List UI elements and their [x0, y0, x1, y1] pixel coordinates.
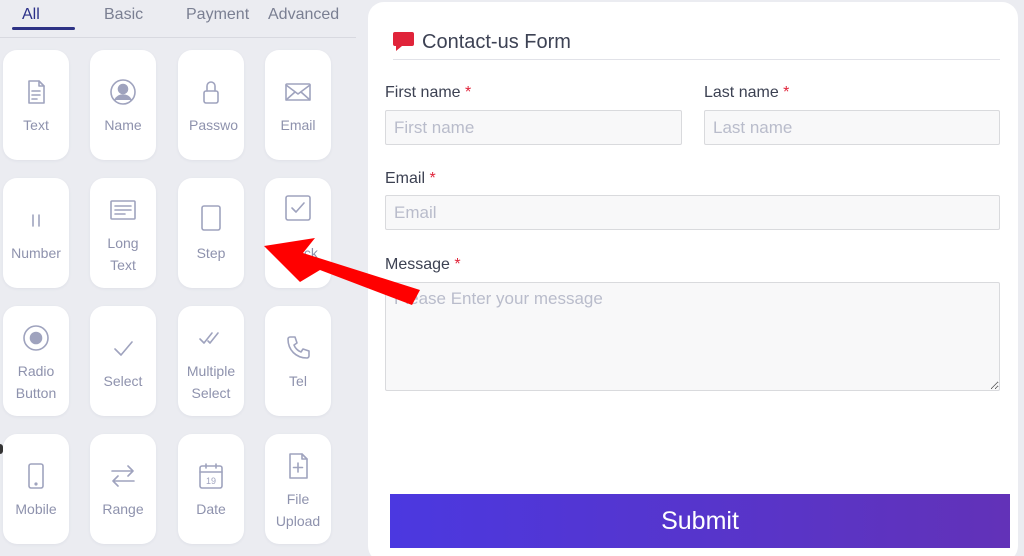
field-tile-step[interactable]: Step — [178, 178, 244, 288]
last-name-label: Last name * — [704, 84, 790, 101]
field-tile-label: File Upload — [275, 491, 321, 529]
message-label: Message * — [385, 256, 461, 273]
checkbox-icon — [265, 194, 331, 226]
field-tile-password[interactable]: Passwo — [178, 50, 244, 160]
form-title: Contact-us Form — [422, 31, 571, 53]
phone-icon — [265, 334, 331, 366]
lock-icon — [178, 78, 244, 110]
chat-bubble-icon — [393, 32, 414, 51]
envelope-icon — [265, 78, 331, 110]
double-check-icon — [178, 324, 244, 356]
tab-all[interactable]: All — [22, 6, 40, 24]
form-header: Contact-us Form — [393, 31, 1000, 60]
range-arrows-icon — [90, 462, 156, 494]
email-input[interactable] — [385, 195, 1000, 230]
field-tile-tel[interactable]: Tel — [265, 306, 331, 416]
field-tile-check[interactable]: Check — [265, 178, 331, 288]
field-tile-label: Check — [278, 245, 318, 261]
required-marker: * — [429, 170, 436, 187]
radio-icon — [3, 324, 69, 356]
field-tile-long-text[interactable]: Long Text — [90, 178, 156, 288]
field-tile-name[interactable]: Name — [90, 50, 156, 160]
field-tile-email[interactable]: Email — [265, 50, 331, 160]
field-tile-label: Date — [196, 501, 226, 517]
field-palette: All Basic Payment Advanced Text Name Pas… — [0, 0, 356, 556]
first-name-label: First name * — [385, 84, 472, 101]
field-tile-label: Text — [23, 117, 49, 133]
last-name-input[interactable] — [704, 110, 1000, 145]
field-tile-multiple-select[interactable]: Multiple Select — [178, 306, 244, 416]
long-text-icon — [90, 196, 156, 228]
step-rectangle-icon — [178, 204, 244, 236]
field-tile-label: Multiple Select — [186, 363, 236, 401]
mobile-icon — [3, 462, 69, 494]
field-tile-label: Radio Button — [15, 363, 57, 401]
field-tile-select[interactable]: Select — [90, 306, 156, 416]
tab-basic[interactable]: Basic — [104, 6, 143, 24]
checkmark-icon — [90, 334, 156, 366]
number-bars-icon — [3, 206, 69, 238]
field-tile-number[interactable]: Number — [3, 178, 69, 288]
field-tile-mobile[interactable]: Mobile — [3, 434, 69, 544]
field-tile-date[interactable]: 19 Date — [178, 434, 244, 544]
email-label: Email * — [385, 170, 436, 187]
field-tile-label: Select — [103, 373, 143, 389]
field-tile-label: Mobile — [15, 501, 57, 517]
field-tile-label: Range — [102, 501, 144, 517]
required-marker: * — [783, 84, 790, 101]
field-tile-range[interactable]: Range — [90, 434, 156, 544]
field-tile-radio-button[interactable]: Radio Button — [3, 306, 69, 416]
first-name-input[interactable] — [385, 110, 682, 145]
field-tile-file-upload[interactable]: File Upload — [265, 434, 331, 544]
required-marker: * — [465, 84, 472, 101]
calendar-icon: 19 — [178, 462, 244, 494]
user-circle-icon — [90, 78, 156, 110]
field-tile-label: Tel — [289, 373, 307, 389]
field-tile-label: Step — [196, 245, 226, 261]
tab-payment[interactable]: Payment — [186, 6, 249, 24]
field-tile-label: Name — [104, 117, 142, 133]
field-tile-label: Long Text — [107, 235, 139, 273]
required-marker: * — [454, 256, 461, 273]
active-tab-indicator — [12, 27, 75, 30]
text-file-icon — [3, 78, 69, 110]
tab-advanced[interactable]: Advanced — [268, 6, 339, 24]
submit-button[interactable]: Submit — [390, 494, 1010, 548]
field-tile-label: Email — [280, 117, 316, 133]
svg-text:19: 19 — [206, 476, 216, 486]
palette-tabs: All Basic Payment Advanced — [0, 0, 356, 38]
field-tile-label: Number — [11, 245, 61, 261]
file-plus-icon — [265, 452, 331, 484]
field-tile-label: Passwo — [189, 117, 239, 133]
field-tile-text[interactable]: Text — [3, 50, 69, 160]
edge-marker — [0, 444, 3, 454]
form-card: Contact-us Form First name * Last name *… — [368, 2, 1018, 556]
message-textarea[interactable] — [385, 282, 1000, 391]
